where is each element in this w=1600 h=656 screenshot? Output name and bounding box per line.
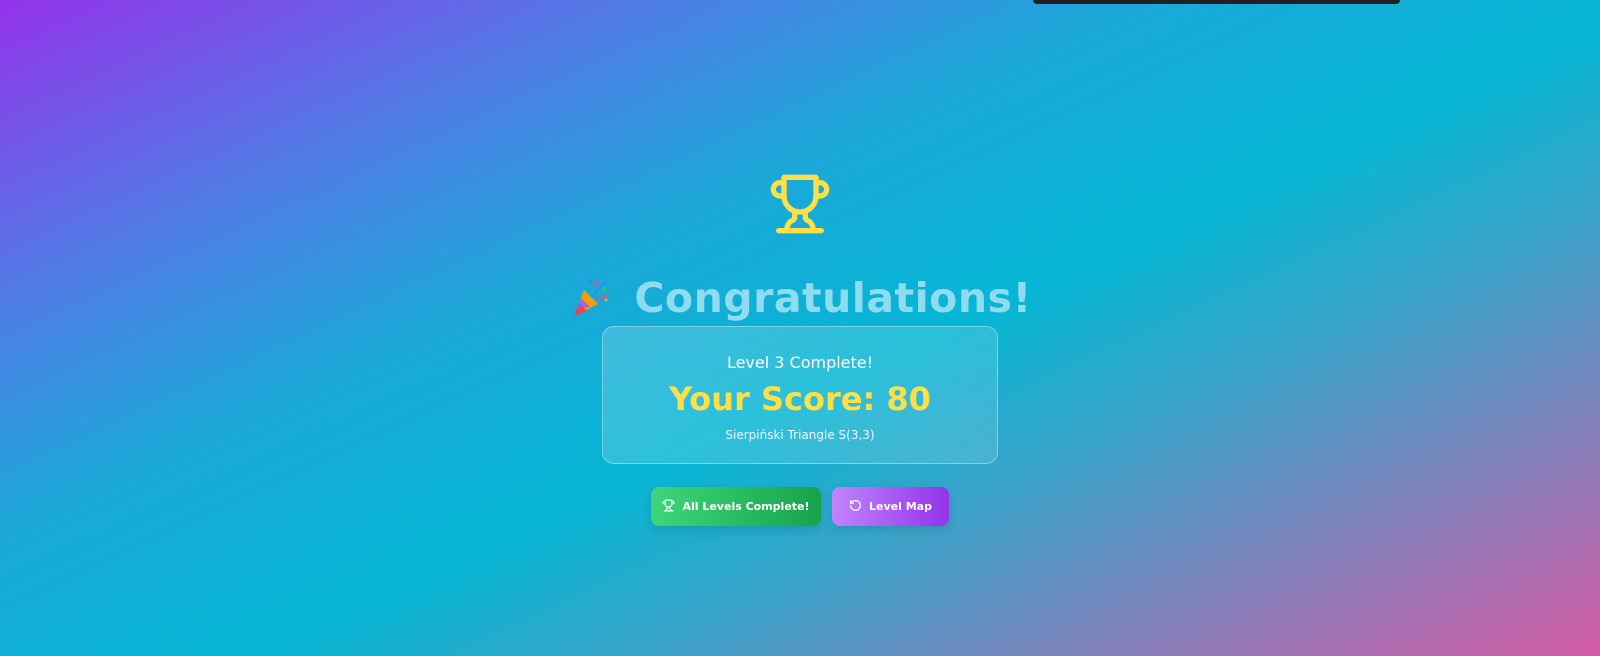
all-levels-complete-label: All Levels Complete! xyxy=(682,500,810,513)
level-map-label: Level Map xyxy=(869,500,932,513)
score-text: Your Score: 80 xyxy=(669,380,931,418)
score-card: Level 3 Complete! Your Score: 80 Sierpiń… xyxy=(602,326,998,464)
congratulations-title: Congratulations! xyxy=(634,274,1032,322)
trophy-icon xyxy=(768,172,832,236)
rotate-ccw-icon xyxy=(849,499,862,515)
puzzle-name: Sierpiński Triangle S(3,3) xyxy=(725,428,875,442)
trophy-icon xyxy=(662,498,675,515)
top-panel-edge xyxy=(1033,0,1400,4)
level-complete-text: Level 3 Complete! xyxy=(726,353,874,372)
party-popper-icon xyxy=(568,276,612,320)
title-row: Congratulations! xyxy=(0,268,1600,328)
level-map-button[interactable]: Level Map xyxy=(832,487,949,526)
all-levels-complete-button[interactable]: All Levels Complete! xyxy=(651,487,821,526)
